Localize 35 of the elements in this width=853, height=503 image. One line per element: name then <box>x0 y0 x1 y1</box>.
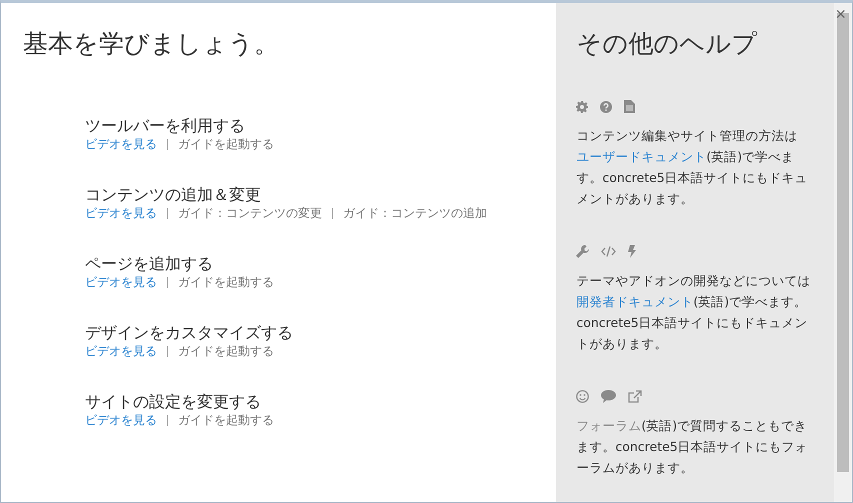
guide-link[interactable]: ガイドを起動する <box>178 136 274 152</box>
help-link[interactable]: フォーラム <box>576 418 642 433</box>
external-link-icon <box>628 390 642 403</box>
topic-title: ページを追加する <box>85 254 213 274</box>
video-link[interactable]: ビデオを見る <box>85 136 157 152</box>
document-icon <box>624 100 636 113</box>
smiley-icon <box>576 390 590 403</box>
wrench-icon <box>576 245 590 258</box>
scrollbar[interactable] <box>834 3 852 502</box>
help-paragraph: コンテンツ編集やサイト管理の方法は ユーザードキュメント(英語)で学べます。concrete5日本語サイトにもドキュメントがあります。 <box>576 127 809 208</box>
guide-link[interactable]: ガイドを起動する <box>178 343 274 359</box>
code-icon <box>601 246 616 257</box>
help-paragraph: テーマやアドオンの開発などについては 開発者ドキュメント(英語)で学べます。concrete5日本語サイトにもドキュメントがあります。 <box>576 272 812 353</box>
help-icon <box>600 100 612 112</box>
guide-link[interactable]: ガイドを起動する <box>178 274 274 290</box>
topic-title: サイトの設定を変更する <box>85 392 261 412</box>
guide-link[interactable]: ガイド：コンテンツの変更 <box>178 205 322 221</box>
video-link[interactable]: ビデオを見る <box>85 412 157 428</box>
speech-bubble-icon <box>601 390 616 403</box>
sidebar-title: その他のヘルプ <box>576 28 758 60</box>
guide-link[interactable]: ガイドを起動する <box>178 412 274 428</box>
help-link[interactable]: 開発者ドキュメント <box>576 294 694 309</box>
gear-icon <box>576 100 588 112</box>
video-link[interactable]: ビデオを見る <box>85 205 157 221</box>
dialog-title: 基本を学びましょう。 <box>23 28 279 60</box>
bolt-icon <box>628 245 636 258</box>
topic-title: デザインをカスタマイズする <box>85 323 293 343</box>
video-link[interactable]: ビデオを見る <box>85 274 157 290</box>
guide-link[interactable]: ガイド：コンテンツの追加 <box>343 205 487 221</box>
help-link[interactable]: ユーザードキュメント <box>576 149 706 164</box>
topic-title: コンテンツの追加＆変更 <box>85 185 261 205</box>
topic-title: ツールバーを利用する <box>85 116 245 136</box>
video-link[interactable]: ビデオを見る <box>85 343 157 359</box>
help-paragraph: フォーラム(英語)で質問することもできます。concrete5日本語サイトにもフォーラムがあります。 <box>576 417 809 477</box>
close-button[interactable]: × <box>835 5 846 23</box>
